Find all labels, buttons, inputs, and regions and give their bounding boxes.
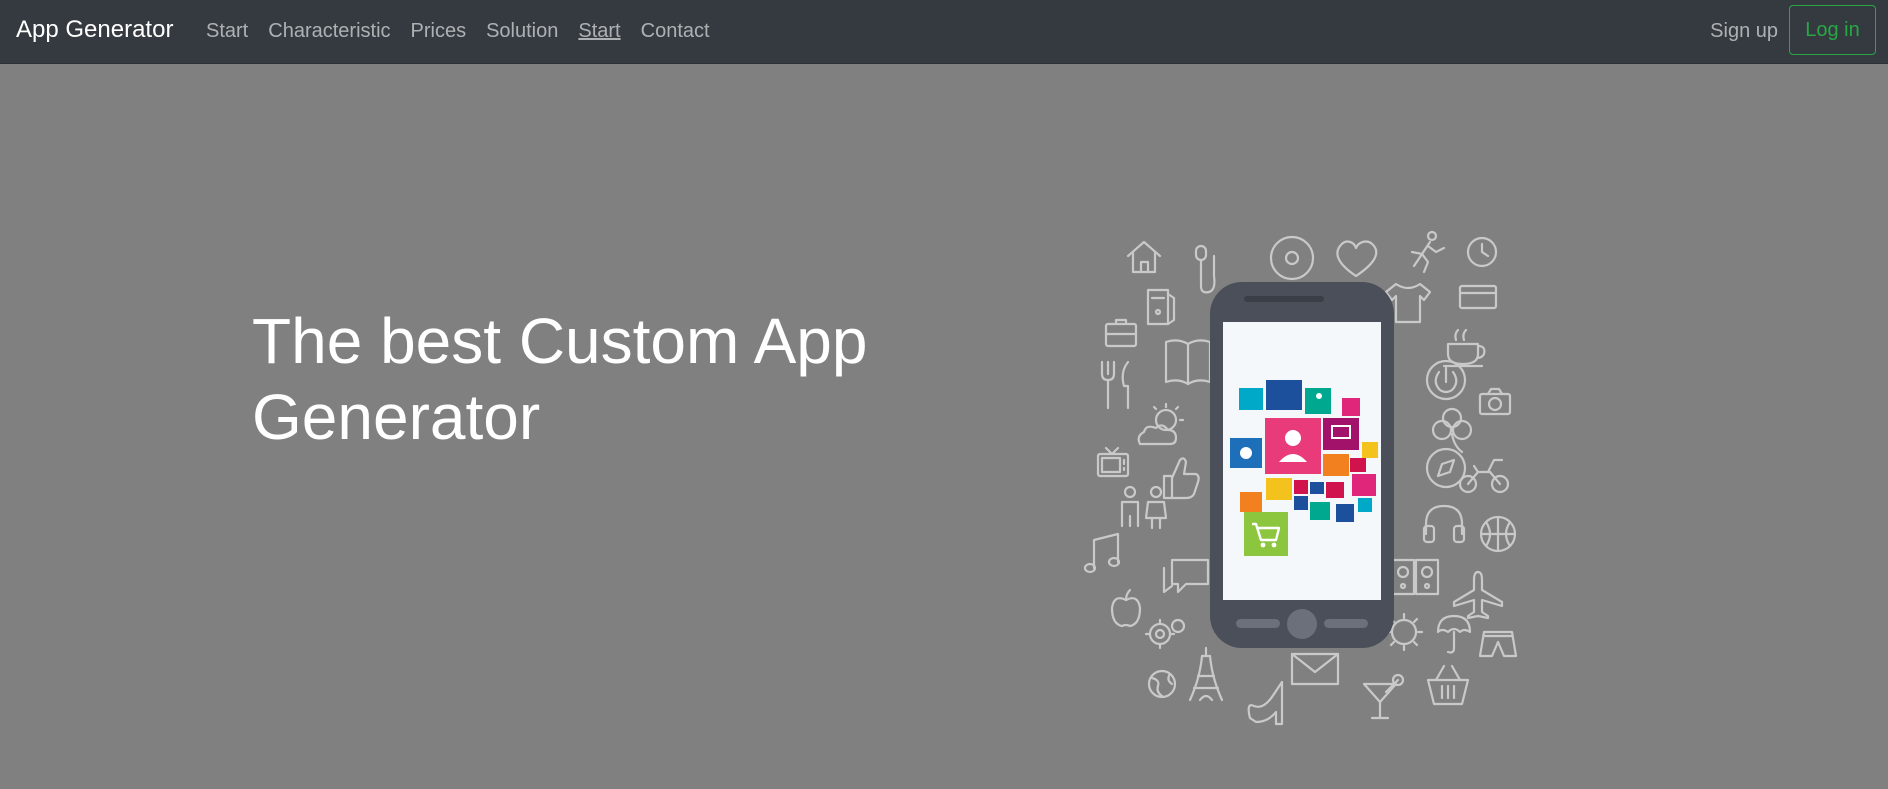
clock-icon: [1466, 236, 1498, 268]
apple-icon: [1110, 588, 1142, 628]
basket-icon: [1426, 664, 1470, 706]
nav-link-characteristic[interactable]: Characteristic: [268, 19, 390, 43]
briefcase-icon: [1104, 318, 1138, 348]
computer-tower-icon: [1146, 288, 1176, 326]
hero-title: The best Custom App Generator: [252, 305, 868, 453]
basketball-icon: [1479, 515, 1517, 553]
disc-icon: [1269, 235, 1315, 281]
credit-card-icon: [1458, 284, 1498, 310]
runner-icon: [1410, 230, 1446, 274]
shorts-icon: [1478, 630, 1518, 658]
eiffel-tower-icon: [1188, 646, 1224, 702]
headphones-icon: [1422, 504, 1466, 544]
fork-knife-icon: [1100, 360, 1130, 410]
chat-icon: [1162, 558, 1210, 594]
nav-link-prices[interactable]: Prices: [411, 19, 467, 43]
motorcycle-icon: [1458, 458, 1510, 494]
nav-link-start[interactable]: Start: [206, 19, 248, 43]
compass-icon: [1425, 447, 1467, 489]
app-illustration: [1080, 226, 1526, 728]
nav-link-contact[interactable]: Contact: [641, 19, 710, 43]
brand-logo[interactable]: App Generator: [16, 15, 173, 45]
nav-link-solution[interactable]: Solution: [486, 19, 558, 43]
music-note-icon: [1083, 532, 1121, 574]
high-heel-icon: [1247, 680, 1284, 726]
airplane-icon: [1452, 570, 1504, 620]
home-icon: [1126, 240, 1162, 274]
family-icon: [1120, 485, 1168, 530]
microphone-icon: [1194, 244, 1216, 294]
nav-links: Start Characteristic Prices Solution Sta…: [206, 19, 730, 43]
login-button[interactable]: Log in: [1789, 5, 1876, 55]
thumbs-up-icon: [1162, 457, 1200, 500]
book-icon: [1164, 339, 1212, 386]
navbar: App Generator Start Characteristic Price…: [0, 0, 1888, 64]
umbrella-icon: [1436, 614, 1472, 654]
app-illustration-graphic: [1083, 230, 1518, 726]
weather-icon: [1137, 402, 1185, 446]
tv-icon: [1096, 446, 1130, 478]
envelope-icon: [1290, 652, 1340, 686]
heart-icon: [1336, 240, 1378, 278]
cocktail-icon: [1362, 673, 1405, 720]
gears-icon: [1144, 618, 1186, 650]
nav-link-start-active[interactable]: Start: [578, 19, 620, 43]
clover-icon: [1431, 407, 1473, 454]
signup-link[interactable]: Sign up: [1710, 19, 1778, 43]
speakers-icon: [1390, 558, 1440, 596]
globe-icon: [1147, 669, 1177, 699]
camera-icon: [1478, 387, 1512, 416]
